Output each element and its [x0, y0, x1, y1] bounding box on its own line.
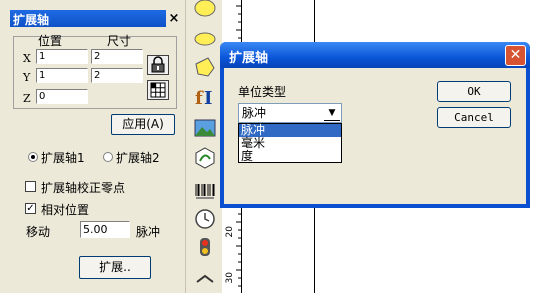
unit-type-select[interactable]: 脉冲 ▼ — [238, 103, 342, 123]
apply-button[interactable]: 应用(A) — [111, 114, 175, 135]
x-position-field[interactable]: 1 — [36, 49, 88, 64]
bitmap-tool-button[interactable] — [194, 117, 216, 139]
panel-close-button[interactable]: × — [166, 10, 182, 27]
timer-tool-button[interactable] — [194, 208, 216, 230]
unit-dropdown-list: 脉冲 毫米 度 — [238, 123, 342, 163]
y-position-field[interactable]: 1 — [36, 68, 88, 83]
unit-select-value: 脉冲 — [242, 106, 267, 120]
unit-type-label: 单位类型 — [238, 85, 287, 99]
ok-button[interactable]: OK — [437, 81, 511, 102]
text-tool-button[interactable]: fI — [194, 86, 216, 109]
ellipse-tool-button[interactable] — [194, 0, 216, 18]
grid-icon — [150, 82, 166, 98]
io-signal-icon — [200, 238, 210, 256]
axis-z-label: Z — [23, 92, 31, 105]
dialog-body: 单位类型 脉冲 ▼ 脉冲 毫米 度 OK Cancel — [224, 68, 526, 204]
lock-ratio-button[interactable] — [147, 55, 169, 75]
calibrate-zero-checkbox[interactable] — [25, 181, 36, 192]
relative-position-label: 相对位置 — [41, 203, 90, 217]
y-size-field[interactable]: 2 — [91, 68, 143, 83]
extend-axis-icon — [196, 274, 214, 283]
ellipse-tool-icon — [194, 0, 216, 17]
extend-axis1-radio[interactable] — [28, 152, 38, 162]
text-tool-icon: fI — [195, 88, 212, 109]
svg-text:f: f — [195, 88, 204, 108]
polygon-tool-icon — [195, 57, 215, 77]
extend-axis-tool-button[interactable] — [194, 270, 216, 292]
move-value-field[interactable]: 5.00 — [80, 221, 130, 238]
panel-title: 扩展轴 — [13, 13, 50, 27]
polygon-tool-button[interactable] — [194, 56, 216, 78]
axis-x-label: X — [23, 52, 31, 65]
barcode-icon — [195, 184, 215, 199]
barcode-tool-button[interactable] — [194, 180, 216, 202]
z-position-field[interactable]: 0 — [36, 89, 88, 104]
grid-button[interactable] — [147, 80, 169, 100]
lock-icon — [151, 56, 165, 73]
svg-text:I: I — [204, 88, 212, 108]
extend-axis1-label: 扩展轴1 — [41, 151, 85, 165]
extend-axis-dialog: 扩展轴 ✕ 单位类型 脉冲 ▼ 脉冲 毫米 度 OK Cancel — [220, 42, 530, 208]
ruler-label-20: 20 — [225, 226, 235, 238]
io-signal-tool-button[interactable] — [194, 236, 216, 258]
timer-icon — [195, 209, 215, 229]
chevron-down-icon[interactable]: ▼ — [324, 105, 340, 121]
arc-tool-button[interactable] — [194, 28, 216, 50]
size-column-header: 尺寸 — [107, 34, 132, 48]
ruler-label-30: 30 — [225, 272, 235, 284]
vector-file-icon — [195, 147, 215, 169]
relative-position-checkbox[interactable]: ✓ — [25, 203, 36, 214]
dialog-close-button[interactable]: ✕ — [505, 45, 526, 66]
panel-titlebar: 扩展轴 — [10, 10, 176, 27]
extend-axis-panel: 扩展轴 × 位置 尺寸 X 1 2 Y 1 2 Z 0 应用(A) 扩展轴1 扩… — [0, 0, 185, 293]
unit-option-degree[interactable]: 度 — [239, 150, 341, 163]
dialog-titlebar[interactable]: 扩展轴 ✕ — [220, 42, 530, 68]
vector-file-tool-button[interactable] — [194, 147, 216, 169]
axis-y-label: Y — [23, 71, 31, 84]
position-column-header: 位置 — [38, 34, 63, 48]
move-unit-label: 脉冲 — [136, 225, 161, 239]
arc-tool-icon — [194, 32, 216, 46]
drawing-toolbar: fI — [185, 0, 222, 293]
unit-option-mm[interactable]: 毫米 — [239, 137, 341, 150]
close-icon: ✕ — [509, 47, 522, 63]
extend-button[interactable]: 扩展.. — [79, 256, 151, 279]
calibrate-zero-label: 扩展轴校正零点 — [41, 181, 126, 195]
extend-axis2-label: 扩展轴2 — [116, 151, 160, 165]
extend-axis2-radio[interactable] — [103, 152, 113, 162]
x-size-field[interactable]: 2 — [91, 49, 143, 64]
cancel-button[interactable]: Cancel — [437, 107, 511, 128]
move-label: 移动 — [26, 225, 51, 239]
bitmap-tool-icon — [194, 119, 216, 137]
dialog-title: 扩展轴 — [229, 51, 269, 66]
